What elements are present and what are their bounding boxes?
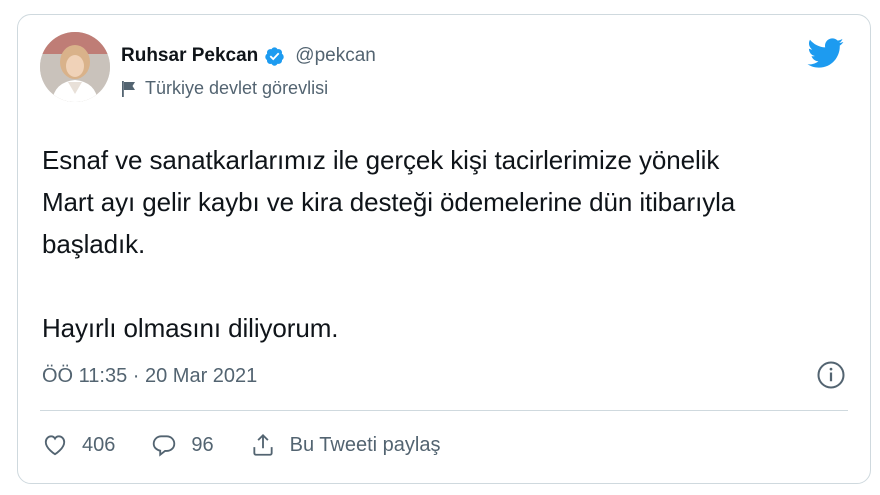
account-label: Türkiye devlet görevlisi — [121, 78, 328, 99]
twitter-bird-icon[interactable] — [806, 37, 844, 69]
tweet-text-line: Hayırlı olmasını diliyorum. — [42, 313, 339, 343]
tweet-text-line: Esnaf ve sanatkarlarımız ile gerçek kişi… — [42, 145, 720, 175]
tweet-text-line: başladık. — [42, 229, 146, 259]
tweet-actions: 406 96 Bu Tweeti paylaş — [42, 432, 476, 458]
verified-badge-icon — [265, 46, 284, 66]
share-label: Bu Tweeti paylaş — [289, 433, 441, 456]
heart-icon — [44, 435, 66, 456]
avatar[interactable] — [40, 32, 110, 102]
government-label: Türkiye devlet görevlisi — [145, 78, 329, 98]
tweet-text-line: Mart ayı gelir kaybı ve kira desteği öde… — [42, 187, 736, 217]
user-handle[interactable]: @pekcan — [295, 45, 376, 67]
like-count: 406 — [82, 433, 116, 456]
share-button[interactable]: Bu Tweeti paylaş — [250, 432, 441, 458]
tweet-timestamp[interactable]: ÖÖ 11:35 · 20 Mar 2021 — [42, 365, 257, 388]
reply-bubble-icon — [153, 435, 176, 457]
tweet-card: Ruhsar Pekcan @pekcan Türkiye devlet gör… — [17, 14, 871, 484]
display-name[interactable]: Ruhsar Pekcan — [121, 45, 258, 67]
avatar-image — [40, 32, 110, 102]
info-icon[interactable] — [816, 360, 846, 390]
flag-icon — [122, 80, 135, 97]
tweet-text: Esnaf ve sanatkarlarımız ile gerçek kişi… — [42, 139, 842, 349]
share-icon — [253, 433, 273, 456]
reply-button[interactable]: 96 — [151, 432, 214, 458]
like-button[interactable]: 406 — [42, 432, 115, 458]
user-name-row: Ruhsar Pekcan @pekcan — [121, 45, 376, 67]
reply-count: 96 — [191, 433, 214, 456]
divider — [40, 410, 848, 411]
